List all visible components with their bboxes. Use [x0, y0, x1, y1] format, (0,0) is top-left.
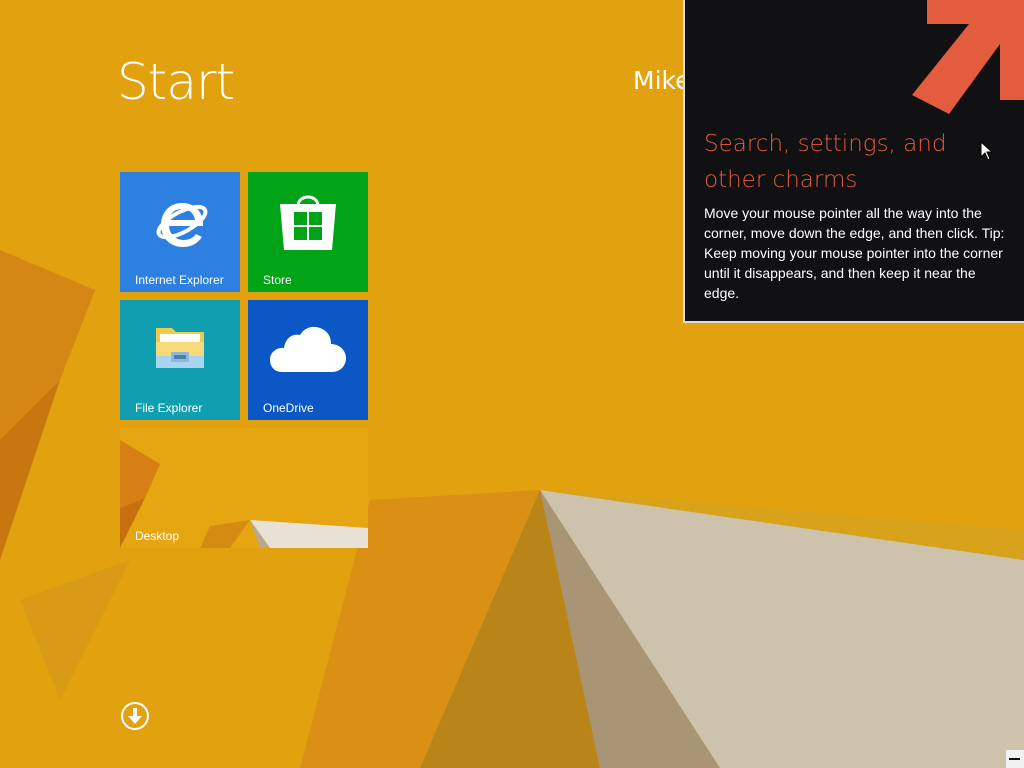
- tile-label: Store: [263, 273, 292, 287]
- mouse-cursor-icon: [980, 141, 994, 161]
- tile-label: Desktop: [135, 529, 180, 543]
- folder-icon: [156, 328, 204, 368]
- tip-title: Search, settings, and other charms: [704, 131, 947, 193]
- minimize-icon[interactable]: [1006, 750, 1024, 768]
- internet-explorer-icon: [156, 203, 208, 247]
- tile-file-explorer[interactable]: File Explorer: [120, 300, 240, 420]
- cloud-icon: [270, 326, 346, 372]
- start-title: Start: [117, 53, 235, 111]
- down-arrow-circle-icon[interactable]: [120, 701, 150, 731]
- tile-label: Internet Explorer: [135, 273, 224, 287]
- tile-desktop[interactable]: Desktop: [120, 428, 368, 548]
- store-icon: [280, 195, 336, 250]
- charms-tip-panel: Search, settings, and other charms Move …: [683, 0, 1024, 323]
- corner-arrow-icon: [912, 0, 1024, 114]
- tile-store[interactable]: Store: [248, 172, 368, 292]
- tile-internet-explorer[interactable]: Internet Explorer: [120, 172, 240, 292]
- tile-label: OneDrive: [263, 401, 314, 415]
- user-name[interactable]: Mike: [633, 66, 690, 96]
- tile-onedrive[interactable]: OneDrive: [248, 300, 368, 420]
- tip-body: Move your mouse pointer all the way into…: [704, 205, 1005, 301]
- tile-label: File Explorer: [135, 401, 203, 415]
